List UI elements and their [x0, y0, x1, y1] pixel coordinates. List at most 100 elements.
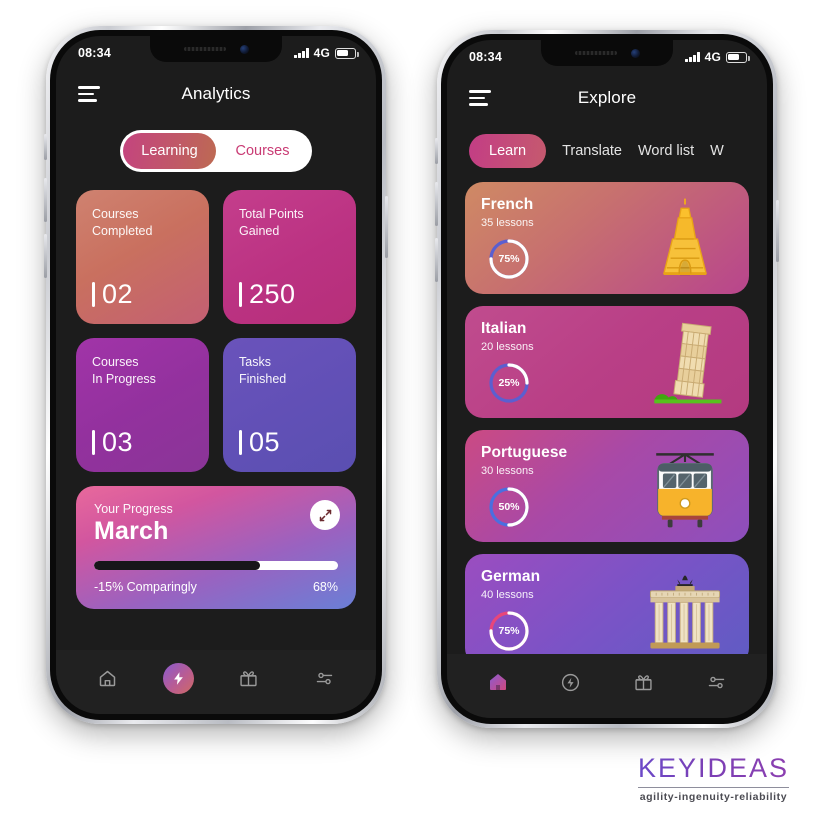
app-header-left: Analytics — [56, 70, 376, 118]
stat-card-tasks-finished[interactable]: Tasks Finished 05 — [223, 338, 356, 472]
tab-overflow[interactable]: W — [710, 143, 724, 159]
brandenburg-gate-icon — [649, 575, 721, 649]
volume-up-button[interactable] — [435, 182, 438, 226]
front-camera-icon — [630, 48, 640, 58]
nav-settings-button[interactable] — [303, 657, 345, 699]
language-card-french[interactable]: French 35 lessons 75% — [465, 182, 749, 294]
segmented-control-wrapper: Learning Courses — [56, 130, 376, 172]
stat-card-courses-completed[interactable]: Courses Completed 02 — [76, 190, 209, 324]
progress-ring: 75% — [487, 609, 531, 653]
language-card-italian[interactable]: Italian 20 lessons 25% — [465, 306, 749, 418]
volume-down-button[interactable] — [44, 234, 47, 278]
progress-track — [94, 561, 338, 570]
nav-home-button[interactable] — [477, 661, 519, 703]
earpiece-speaker-icon — [574, 51, 617, 55]
earpiece-speaker-icon — [183, 47, 226, 51]
progress-comparison: -15% Comparingly — [94, 580, 197, 594]
progress-percent: 68% — [312, 580, 338, 594]
stat-label-line1: Courses — [92, 355, 139, 369]
power-button[interactable] — [776, 200, 779, 262]
status-time: 08:34 — [78, 46, 111, 60]
segment-learning[interactable]: Learning — [123, 133, 216, 169]
stat-value: 02 — [102, 279, 134, 309]
segment-courses[interactable]: Courses — [216, 133, 309, 169]
volume-down-button[interactable] — [435, 238, 438, 282]
silent-switch[interactable] — [435, 138, 438, 164]
logo-wordmark: KEYIDEAS — [637, 753, 789, 783]
progress-percent: 50% — [498, 501, 520, 513]
progress-label: Your Progress — [94, 502, 173, 516]
keyideas-logo: KEYIDEAS agility-ingenuity-reliability — [637, 753, 789, 803]
value-tick — [92, 430, 95, 455]
bottom-nav-left — [56, 650, 376, 714]
notch — [150, 36, 282, 62]
volume-up-button[interactable] — [44, 178, 47, 222]
signal-bars-icon — [294, 48, 309, 58]
language-card-list: French 35 lessons 75% Italian 20 lessons… — [447, 168, 767, 666]
battery-icon — [726, 51, 750, 63]
stat-value: 05 — [249, 427, 281, 457]
language-card-portuguese[interactable]: Portuguese 30 lessons 50% — [465, 430, 749, 542]
logo-divider — [637, 787, 789, 788]
front-camera-icon — [239, 44, 249, 54]
stat-card-total-points-gained[interactable]: Total Points Gained 250 — [223, 190, 356, 324]
language-card-german[interactable]: German 40 lessons 75% — [465, 554, 749, 666]
stat-label-line2: Finished — [239, 371, 287, 386]
signal-bars-icon — [685, 52, 700, 62]
phone-mockup-right: 08:34 4G Explore Learn Translate Word li… — [435, 30, 779, 728]
stat-label-line1: Tasks — [239, 355, 271, 369]
nav-settings-button[interactable] — [696, 661, 738, 703]
app-header-right: Explore — [447, 74, 767, 122]
phone-mockup-left: 08:34 4G Analytics Learning Courses Cour… — [44, 26, 388, 724]
network-label: 4G — [704, 50, 721, 64]
value-tick — [239, 282, 242, 307]
explore-tabs: Learn Translate Word list W — [447, 122, 767, 168]
page-title: Analytics — [181, 84, 251, 103]
nav-gift-button[interactable] — [623, 661, 665, 703]
progress-percent: 75% — [498, 625, 520, 637]
stat-label-line1: Courses — [92, 207, 139, 221]
value-tick — [239, 430, 242, 455]
nav-lightning-button[interactable] — [550, 661, 592, 703]
tab-translate[interactable]: Translate — [562, 143, 622, 159]
nav-home-button[interactable] — [87, 657, 129, 699]
progress-month: March — [94, 517, 169, 545]
progress-percent: 75% — [498, 253, 520, 265]
nav-lightning-button[interactable] — [162, 662, 194, 694]
network-label: 4G — [313, 46, 330, 60]
logo-tagline: agility-ingenuity-reliability — [639, 791, 788, 803]
stats-grid: Courses Completed 02 Total Points Gained… — [56, 172, 376, 472]
stat-label-line2: In Progress — [92, 371, 156, 386]
power-button[interactable] — [385, 196, 388, 258]
tram-icon — [656, 453, 714, 528]
stat-card-courses-in-progress[interactable]: Courses In Progress 03 — [76, 338, 209, 472]
segmented-control: Learning Courses — [120, 130, 312, 172]
leaning-tower-pisa-icon — [654, 322, 722, 404]
stat-value: 03 — [102, 427, 134, 457]
tab-learn[interactable]: Learn — [469, 134, 547, 168]
progress-ring: 75% — [487, 237, 531, 281]
your-progress-card[interactable]: Your Progress March -15% Comparingly 68% — [76, 486, 356, 609]
phone-screen-left: 08:34 4G Analytics Learning Courses Cour… — [56, 36, 376, 714]
progress-percent: 25% — [498, 377, 520, 389]
status-time: 08:34 — [469, 50, 502, 64]
progress-ring: 25% — [487, 361, 531, 405]
eiffel-tower-icon — [663, 198, 707, 276]
page-title: Explore — [577, 88, 637, 107]
expand-icon[interactable] — [310, 500, 340, 530]
stat-label-line2: Gained — [239, 223, 280, 238]
notch — [541, 40, 673, 66]
silent-switch[interactable] — [44, 134, 47, 160]
progress-ring: 50% — [487, 485, 531, 529]
stat-label-line2: Completed — [92, 223, 153, 238]
value-tick — [92, 282, 95, 307]
bottom-nav-right — [447, 654, 767, 718]
nav-gift-button[interactable] — [227, 657, 269, 699]
tab-word-list[interactable]: Word list — [638, 143, 694, 159]
screenshot-canvas: 08:34 4G Analytics Learning Courses Cour… — [0, 0, 825, 825]
stat-value: 250 — [249, 279, 296, 309]
battery-icon — [335, 47, 359, 59]
phone-screen-right: 08:34 4G Explore Learn Translate Word li… — [447, 40, 767, 718]
progress-fill — [94, 561, 260, 570]
stat-label-line1: Total Points — [239, 207, 304, 221]
